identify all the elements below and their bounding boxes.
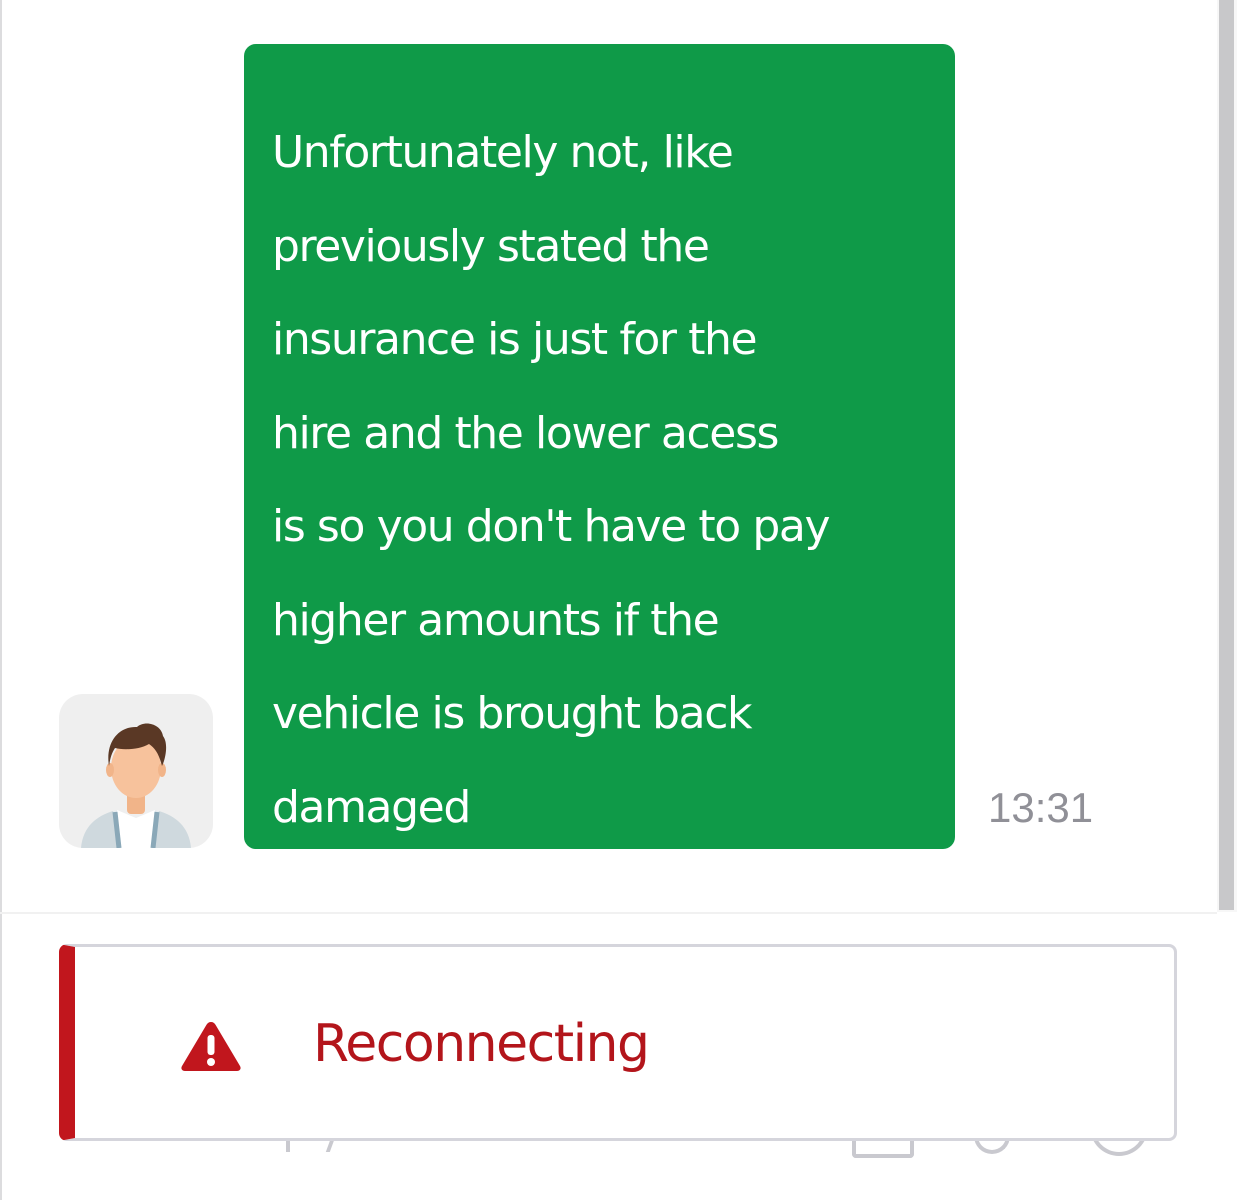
message-line: vehicle is brought back: [272, 688, 753, 739]
warning-icon: [181, 1022, 241, 1071]
message-bubble: Unfortunately not, like previously state…: [244, 44, 955, 849]
message-text: Unfortunately not, like previously state…: [272, 106, 935, 854]
message-timestamp: 13:31: [988, 784, 1094, 831]
message-line: Unfortunately not, like: [272, 127, 734, 178]
message-line: higher amounts if the: [272, 594, 720, 646]
message-line: is so you don't have to pay: [272, 501, 831, 552]
message-line: insurance is just for the: [272, 314, 758, 365]
person-avatar-icon: [59, 694, 213, 848]
composer-hint-mark: [286, 1140, 290, 1152]
scrollbar-thumb[interactable]: [1219, 0, 1234, 910]
composer-hint-mark: [325, 1140, 345, 1152]
message-line: previously stated the: [272, 220, 710, 272]
scrollbar-track[interactable]: [1217, 0, 1237, 912]
message-line: hire and the lower acess: [272, 407, 779, 459]
reconnecting-text: Reconnecting: [313, 1014, 650, 1074]
left-edge: [0, 0, 2, 1200]
composer-divider: [0, 912, 1217, 914]
reconnecting-banner: Reconnecting: [59, 944, 1177, 1141]
message-line: damaged: [272, 781, 471, 833]
